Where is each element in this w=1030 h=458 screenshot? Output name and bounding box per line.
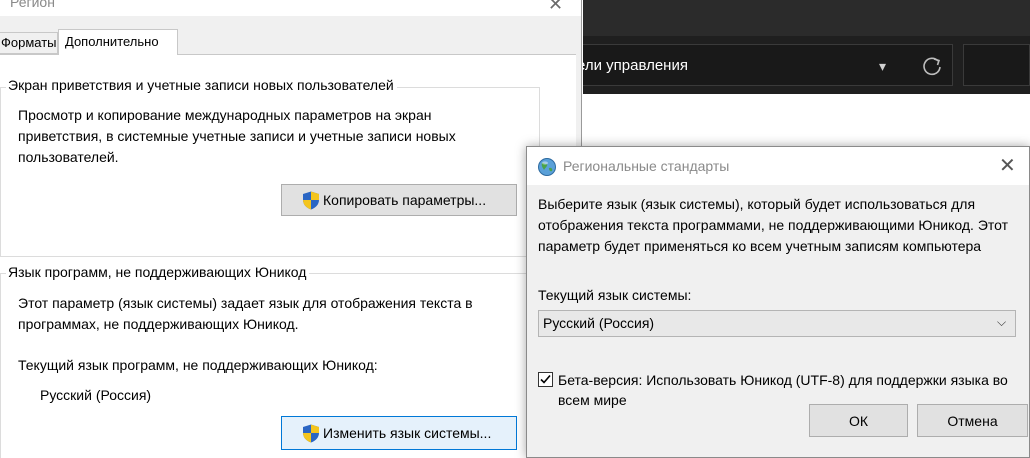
regional-settings-dialog: Региональные стандарты ✕ Выберите язык (… — [526, 146, 1030, 458]
uac-shield-icon — [303, 424, 319, 442]
address-bar-text: ели управления — [577, 57, 688, 74]
control-panel-title-strip — [583, 0, 1030, 36]
region-window-title: Регион — [10, 0, 55, 10]
close-icon[interactable]: ✕ — [999, 153, 1016, 178]
checkmark-icon — [540, 374, 551, 384]
current-language-value: Русский (Россия) — [40, 387, 152, 403]
change-system-locale-label: Изменить язык системы... — [323, 425, 492, 441]
copy-settings-label: Копировать параметры... — [323, 192, 487, 208]
system-locale-value: Русский (Россия) — [543, 315, 655, 331]
cancel-button[interactable]: Отмена — [917, 404, 1028, 437]
globe-icon — [538, 158, 556, 176]
search-box[interactable] — [963, 44, 1030, 86]
chevron-down-icon[interactable]: ⌵ — [997, 315, 1006, 330]
tab-advanced[interactable]: Дополнительно — [58, 29, 178, 55]
advanced-tab-panel: Экран приветствия и учетные записи новых… — [0, 54, 576, 458]
dialog-titlebar: Региональные стандарты ✕ — [527, 147, 1029, 185]
dialog-description: Выберите язык (язык системы), который бу… — [538, 196, 1009, 254]
welcome-group-description: Просмотр и копирование международных пар… — [18, 107, 456, 165]
tab-formats[interactable]: Форматы — [0, 32, 58, 54]
welcome-group-title: Экран приветствия и учетные записи новых… — [6, 77, 397, 93]
change-system-locale-button[interactable]: Изменить язык системы... — [281, 416, 517, 450]
address-dropdown-icon[interactable]: ▾ — [879, 58, 886, 75]
unicode-group-description: Этот параметр (язык системы) задает язык… — [18, 295, 473, 332]
ok-button[interactable]: ОК — [809, 404, 908, 437]
current-locale-label: Текущий язык системы: — [538, 287, 692, 303]
close-icon[interactable]: ✕ — [548, 0, 563, 15]
unicode-group-title: Язык программ, не поддерживающих Юникод — [6, 264, 310, 280]
region-window: Регион ✕ Форматы Дополнительно Экран при… — [0, 0, 582, 458]
current-language-label: Текущий язык программ, не поддерживающих… — [18, 357, 378, 373]
utf8-beta-checkbox[interactable] — [538, 372, 553, 387]
uac-shield-icon — [303, 191, 319, 209]
dialog-title: Региональные стандарты — [563, 158, 730, 174]
region-titlebar: Регион ✕ — [0, 0, 581, 16]
address-bar[interactable]: ели управления ▾ — [577, 44, 953, 86]
refresh-icon[interactable] — [919, 53, 945, 79]
copy-settings-button[interactable]: Копировать параметры... — [281, 184, 517, 216]
system-locale-select[interactable]: Русский (Россия) — [538, 310, 1016, 337]
